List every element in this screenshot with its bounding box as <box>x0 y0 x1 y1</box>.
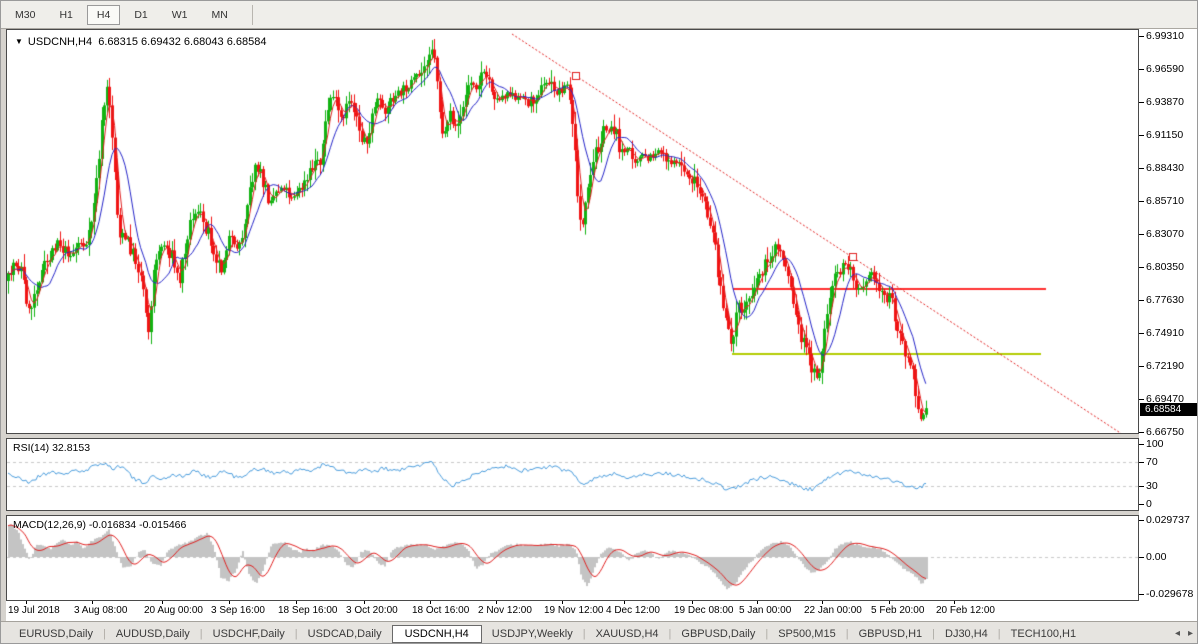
chart-tab-gbpusd-daily[interactable]: GBPUSD,Daily <box>671 626 765 642</box>
chart-tab-gbpusd-h1[interactable]: GBPUSD,H1 <box>849 626 933 642</box>
time-tick <box>624 601 625 604</box>
price-axis-label: 6.85710 <box>1146 195 1184 207</box>
price-axis-label: 6.93870 <box>1146 96 1184 108</box>
time-tick <box>92 601 93 604</box>
macd-axis-label: 0.00 <box>1146 551 1166 563</box>
chart-title: ▼ USDCNH,H4 6.68315 6.69432 6.68043 6.685… <box>15 36 266 48</box>
timeframe-button-h1[interactable]: H1 <box>49 5 82 25</box>
tab-scroll-right-icon[interactable]: ▸ <box>1188 628 1193 639</box>
timeframe-button-mn[interactable]: MN <box>202 5 238 25</box>
macd-label: MACD(12,26,9) -0.016834 -0.015466 <box>13 519 186 531</box>
price-axis[interactable]: 6.68584 6.993106.965906.938706.911506.88… <box>1139 29 1198 601</box>
time-axis-label: 18 Oct 16:00 <box>412 605 469 616</box>
chart-ohlc: 6.68315 6.69432 6.68043 6.68584 <box>98 36 266 48</box>
chart-tab-sp500-m15[interactable]: SP500,M15 <box>768 626 845 642</box>
time-tick <box>822 601 823 604</box>
chart-tab-tech100-h1[interactable]: TECH100,H1 <box>1001 626 1086 642</box>
price-axis-label: 6.77630 <box>1146 294 1184 306</box>
price-axis-label: 6.88430 <box>1146 162 1184 174</box>
rsi-label: RSI(14) 32.8153 <box>13 442 90 454</box>
price-axis-label: 6.69470 <box>1146 393 1184 405</box>
time-tick <box>364 601 365 604</box>
time-axis-label: 3 Oct 20:00 <box>346 605 398 616</box>
price-axis-label: 6.99310 <box>1146 30 1184 42</box>
time-tick <box>562 601 563 604</box>
price-axis-label: 6.66750 <box>1146 426 1184 438</box>
rsi-canvas[interactable] <box>7 439 1138 510</box>
time-axis-label: 3 Sep 16:00 <box>211 605 265 616</box>
time-axis-label: 5 Feb 20:00 <box>871 605 924 616</box>
time-axis-label: 19 Jul 2018 <box>8 605 60 616</box>
macd-axis-label: 0.029737 <box>1146 514 1190 526</box>
time-tick <box>496 601 497 604</box>
time-axis-label: 5 Jan 00:00 <box>739 605 791 616</box>
chart-tab-usdjpy-weekly[interactable]: USDJPY,Weekly <box>482 626 583 642</box>
time-axis[interactable]: 19 Jul 2018 3 Aug 08:00 20 Aug 00:00 3 Sep … <box>6 601 1198 621</box>
chart-tab-dj30-h4[interactable]: DJ30,H4 <box>935 626 998 642</box>
chart-tab-usdcnh-h4[interactable]: USDCNH,H4 <box>392 625 482 643</box>
macd-panel: MACD(12,26,9) -0.016834 -0.015466 <box>6 515 1139 601</box>
time-tick <box>229 601 230 604</box>
timeframe-button-w1[interactable]: W1 <box>162 5 198 25</box>
time-axis-label: 22 Jan 00:00 <box>804 605 862 616</box>
price-axis-label: 6.74910 <box>1146 327 1184 339</box>
rsi-axis-label: 0 <box>1146 498 1152 510</box>
mt4-window: M30H1H4D1W1MN ▼ USDCNH,H4 6.68315 6.69432… <box>0 0 1198 644</box>
time-axis-label: 4 Dec 12:00 <box>606 605 660 616</box>
time-tick <box>889 601 890 604</box>
timeframe-button-h4[interactable]: H4 <box>87 5 120 25</box>
price-axis-label: 6.83070 <box>1146 228 1184 240</box>
time-axis-label: 19 Dec 08:00 <box>674 605 734 616</box>
macd-axis-label: -0.029678 <box>1146 588 1193 600</box>
chart-tab-eurusd-daily[interactable]: EURUSD,Daily <box>9 626 103 642</box>
timeframe-buttons: M30H1H4D1W1MN <box>1 5 238 25</box>
chart-symbol: USDCNH,H4 <box>28 36 92 48</box>
price-axis-label: 6.96590 <box>1146 63 1184 75</box>
rsi-axis-label: 70 <box>1146 456 1158 468</box>
time-axis-label: 20 Feb 12:00 <box>936 605 995 616</box>
chart-tab-audusd-daily[interactable]: AUDUSD,Daily <box>106 626 200 642</box>
time-axis-label: 20 Aug 00:00 <box>144 605 203 616</box>
tab-scroll-left-icon[interactable]: ◂ <box>1175 628 1180 639</box>
rsi-axis-label: 30 <box>1146 480 1158 492</box>
time-axis-label: 2 Nov 12:00 <box>478 605 532 616</box>
timeframe-toolbar: M30H1H4D1W1MN <box>1 1 1198 29</box>
chart-tab-bar: EURUSD,Daily|AUDUSD,Daily|USDCHF,Daily|U… <box>1 621 1198 644</box>
time-axis-label: 3 Aug 08:00 <box>74 605 127 616</box>
price-axis-label: 6.72190 <box>1146 360 1184 372</box>
time-axis-label: 19 Nov 12:00 <box>544 605 604 616</box>
time-tick <box>296 601 297 604</box>
rsi-panel: RSI(14) 32.8153 <box>6 438 1139 511</box>
price-axis-label: 6.91150 <box>1146 129 1183 141</box>
toolbar-separator <box>252 5 253 25</box>
timeframe-button-d1[interactable]: D1 <box>124 5 157 25</box>
time-tick <box>692 601 693 604</box>
chart-menu-arrow-icon[interactable]: ▼ <box>15 37 23 46</box>
chart-tab-usdchf-daily[interactable]: USDCHF,Daily <box>203 626 295 642</box>
rsi-axis-label: 100 <box>1146 438 1164 450</box>
timeframe-button-m30[interactable]: M30 <box>5 5 45 25</box>
price-axis-label: 6.80350 <box>1146 261 1184 273</box>
time-tick <box>757 601 758 604</box>
time-tick <box>430 601 431 604</box>
time-tick <box>162 601 163 604</box>
main-chart-panel: ▼ USDCNH,H4 6.68315 6.69432 6.68043 6.685… <box>6 29 1139 434</box>
time-axis-label: 18 Sep 16:00 <box>278 605 338 616</box>
time-tick <box>26 601 27 604</box>
chart-tab-usdcad-daily[interactable]: USDCAD,Daily <box>298 626 392 642</box>
chart-tab-xauusd-h4[interactable]: XAUUSD,H4 <box>586 626 669 642</box>
main-chart-canvas[interactable] <box>7 30 1138 433</box>
chart-tabs: EURUSD,Daily|AUDUSD,Daily|USDCHF,Daily|U… <box>9 625 1086 643</box>
time-tick <box>954 601 955 604</box>
